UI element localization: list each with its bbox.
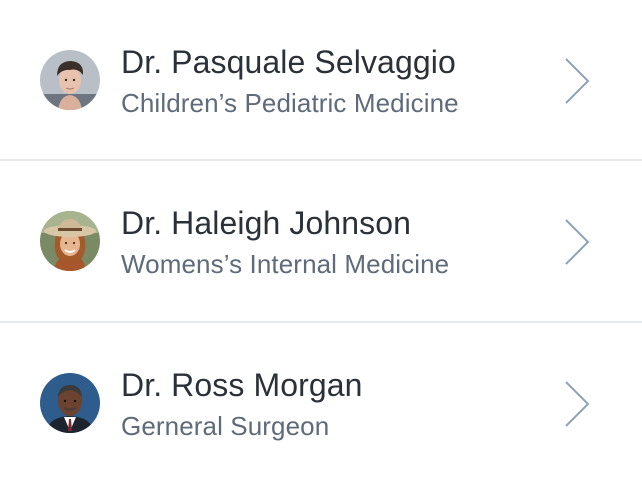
- chevron-right-icon[interactable]: [562, 57, 592, 105]
- doctor-list: Dr. Pasquale Selvaggio Children’s Pediat…: [0, 0, 642, 484]
- doctor-row-ross-morgan[interactable]: Dr. Ross Morgan Gerneral Surgeon: [0, 323, 642, 484]
- doctor-name: Dr. Ross Morgan: [121, 367, 363, 403]
- doctor-specialty: Children’s Pediatric Medicine: [121, 88, 459, 118]
- doctor-row-haleigh-johnson[interactable]: Dr. Haleigh Johnson Womens’s Internal Me…: [0, 161, 642, 322]
- chevron-right-icon[interactable]: [562, 218, 592, 266]
- doctor-avatar: [40, 50, 100, 110]
- chevron-right-icon[interactable]: [562, 380, 592, 428]
- doctor-avatar: [40, 373, 100, 433]
- doctor-avatar: [40, 211, 100, 271]
- doctor-row-pasquale-selvaggio[interactable]: Dr. Pasquale Selvaggio Children’s Pediat…: [0, 0, 642, 161]
- doctor-specialty: Gerneral Surgeon: [121, 411, 330, 441]
- doctor-name: Dr. Haleigh Johnson: [121, 205, 412, 241]
- doctor-specialty: Womens’s Internal Medicine: [121, 249, 450, 279]
- doctor-name: Dr. Pasquale Selvaggio: [121, 44, 456, 80]
